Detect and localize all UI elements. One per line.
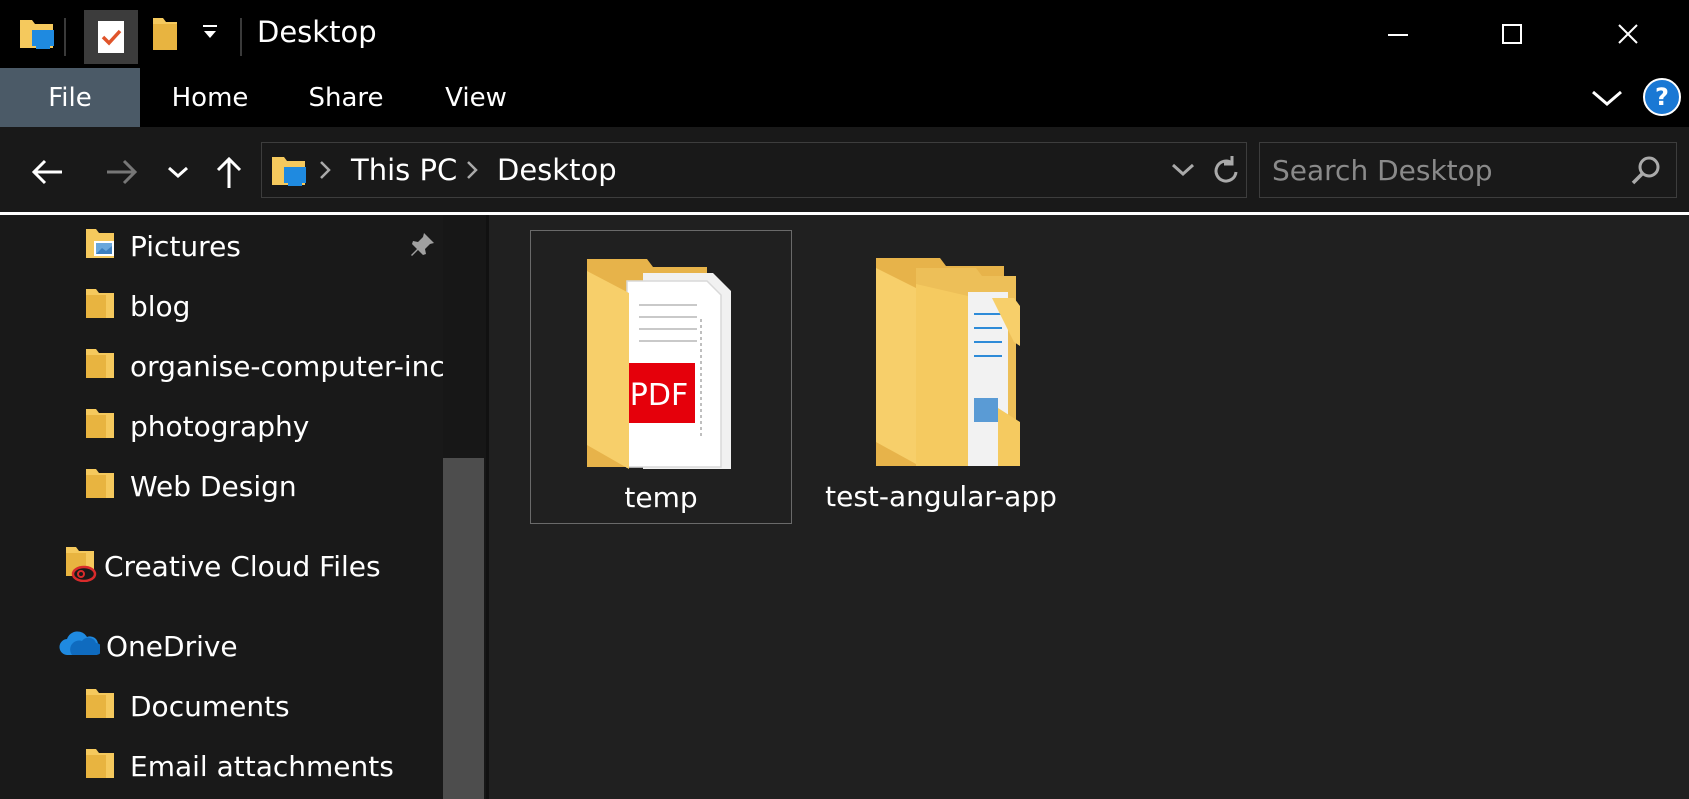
minimize-button[interactable] [1368, 10, 1428, 58]
search-box[interactable] [1259, 142, 1677, 198]
refresh-icon[interactable] [1210, 154, 1242, 192]
folder-icon [84, 746, 118, 787]
new-folder-icon[interactable] [150, 14, 180, 56]
customize-toolbar-icon[interactable] [200, 20, 220, 46]
sidebar-item-creative-cloud-files[interactable]: Creative Cloud Files [64, 541, 381, 591]
sidebar-item-label: blog [130, 289, 191, 323]
navigation-pane: Pictures blog organise-computer-incr pho… [0, 215, 443, 799]
sidebar-item-pictures[interactable]: Pictures [84, 221, 241, 271]
tab-view[interactable]: View [434, 68, 518, 127]
file-name: temp [624, 481, 698, 514]
navigation-bar: This PC Desktop [0, 127, 1689, 212]
sidebar-item-documents[interactable]: Documents [84, 681, 290, 731]
maximize-button[interactable] [1482, 10, 1542, 58]
sidebar-item-organise-computer[interactable]: organise-computer-incr [84, 341, 443, 391]
title-bar: Desktop [0, 0, 1689, 68]
recent-locations-button[interactable] [153, 147, 203, 197]
sidebar-item-onedrive[interactable]: OneDrive [58, 621, 238, 671]
up-button[interactable] [204, 147, 254, 197]
file-explorer-icon[interactable] [18, 14, 56, 56]
sidebar-item-blog[interactable]: blog [84, 281, 190, 331]
tab-home[interactable]: Home [160, 68, 260, 127]
search-icon[interactable] [1630, 155, 1662, 191]
pin-icon[interactable] [408, 231, 436, 263]
svg-text:PDF: PDF [630, 378, 688, 413]
help-button[interactable]: ? [1643, 78, 1681, 116]
close-button[interactable] [1598, 10, 1658, 58]
sidebar-item-photography[interactable]: photography [84, 401, 309, 451]
sidebar-item-label: Web Design [130, 469, 297, 503]
sidebar-item-label: Email attachments [130, 749, 394, 783]
breadcrumb-desktop[interactable]: Desktop [497, 153, 617, 187]
file-list: PDF temp test-angular-app [489, 215, 1689, 799]
address-bar[interactable]: This PC Desktop [261, 142, 1247, 198]
sidebar-item-web-design[interactable]: Web Design [84, 461, 297, 511]
forward-button[interactable] [96, 147, 146, 197]
tab-file[interactable]: File [0, 68, 140, 127]
breadcrumb-this-pc[interactable]: This PC [351, 153, 457, 187]
folder-with-pdf-icon: PDF [583, 259, 743, 473]
navigation-scrollbar-thumb[interactable] [443, 458, 484, 799]
chevron-right-icon[interactable] [465, 159, 479, 185]
expand-ribbon-icon[interactable] [1590, 84, 1624, 116]
ribbon-tabs: File Home Share View ? [0, 68, 1689, 127]
sidebar-item-label: Documents [130, 689, 290, 723]
chevron-right-icon[interactable] [318, 159, 332, 185]
sidebar-item-label: OneDrive [106, 629, 238, 663]
sidebar-item-label: organise-computer-incr [130, 349, 443, 383]
tab-share[interactable]: Share [300, 68, 392, 127]
folder-icon [84, 406, 118, 447]
creative-cloud-folder-icon [64, 544, 98, 589]
folder-icon [84, 286, 118, 327]
sidebar-item-label: Pictures [130, 229, 241, 263]
back-button[interactable] [23, 147, 73, 197]
file-name: test-angular-app [825, 480, 1057, 513]
sidebar-item-email-attachments[interactable]: Email attachments [84, 741, 394, 791]
folder-with-documents-icon [872, 258, 1032, 472]
toolbar-separator [240, 18, 242, 56]
folder-icon [84, 346, 118, 387]
folder-icon [84, 466, 118, 507]
onedrive-cloud-icon [58, 629, 102, 664]
properties-button[interactable] [84, 10, 138, 64]
address-history-chevron-icon[interactable] [1170, 160, 1196, 184]
sidebar-item-label: photography [130, 409, 310, 443]
search-input[interactable] [1272, 151, 1612, 189]
window-title: Desktop [257, 15, 377, 49]
pictures-folder-icon [84, 226, 118, 267]
sidebar-item-label: Creative Cloud Files [104, 549, 381, 583]
file-item-test-angular-app[interactable]: test-angular-app [810, 230, 1072, 524]
this-pc-icon [270, 152, 308, 194]
file-item-temp[interactable]: PDF temp [530, 230, 792, 524]
folder-icon [84, 686, 118, 727]
toolbar-separator [64, 18, 66, 56]
